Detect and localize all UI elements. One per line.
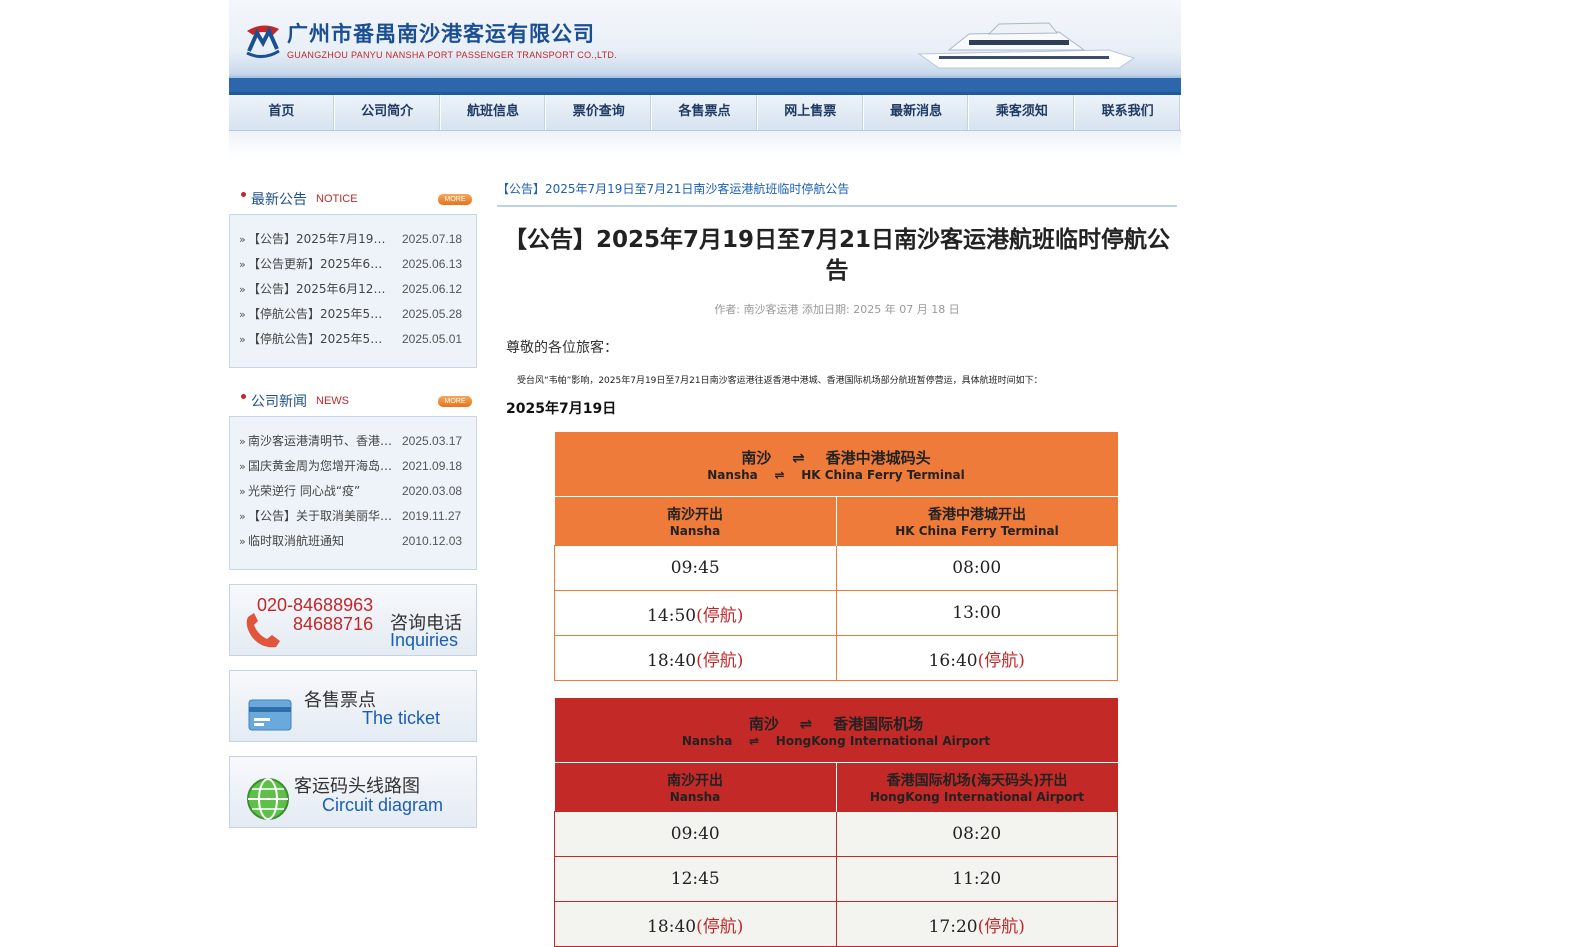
notice-section-title: 最新公告 NOTICE MORE [229,180,477,214]
inquiry-phone-2: 84688716 [293,614,374,634]
list-item[interactable]: »【公告】2025年6月12日南沙客运港航班信息2025.06.12 [230,277,476,302]
route1-col2-header: 香港中港城开出 HK China Ferry Terminal [895,507,1059,538]
news-title-cn: 公司新闻 [251,394,307,410]
circuit-label-en: Circuit diagram [322,795,444,815]
news-title-en: NEWS [316,395,349,407]
nav-contact[interactable]: 联系我们 [1075,95,1182,130]
nav-schedule[interactable]: 航班信息 [441,95,547,130]
table-row: 18:40(停航) 17:20(停航) [554,901,1118,947]
main-nav: 首页 公司简介 航班信息 票价查询 各售票点 网上售票 最新消息 乘客须知 联系… [229,92,1182,131]
route2-title-row: 南沙 ⇌ 香港国际机场 Nansha ⇌ HongKong Internatio… [554,698,1118,763]
nav-shadow [229,131,1181,157]
nav-about[interactable]: 公司简介 [335,95,441,130]
ticket-banner[interactable]: 各售票点 The ticket [229,670,477,742]
double-arrow-icon: » [239,283,246,296]
nav-fare[interactable]: 票价查询 [546,95,653,130]
news-list: » 南沙客运港清明节、香港航线 2025.03.17 » 国庆黄金周为您增开海岛航线 2… [229,416,477,570]
double-arrow-icon: » [239,535,246,548]
intro-text: 受台风“韦帕”影响，2025年7月19日至7月21日南沙客运港往返香港中港城、香… [517,376,1043,386]
company-name-cn: 广州市番禺南沙港客运有限公司 [287,22,595,46]
inquiry-phone-1: 020-84688963 [257,595,374,615]
notice-more-button[interactable]: MORE [438,194,472,205]
inquiry-label-en: Inquiries [390,630,459,650]
list-item[interactable]: »【公告】关于取消美丽华航线的通知2019.11.27 [230,504,476,529]
breadcrumb[interactable]: 【公告】2025年7月19日至7月21日南沙客运港航班临时停航公告 [497,178,1177,207]
double-arrow-icon: » [239,333,246,346]
list-item[interactable]: » 南沙客运港清明节、香港航线 2025.03.17 [230,429,476,454]
nav-passenger-notice[interactable]: 乘客须知 [969,95,1076,130]
table-row: 09:40 08:20 [554,811,1118,857]
article-meta: 作者: 南沙客运港 添加日期: 2025 年 07 月 18 日 [714,303,960,316]
sea-strip [229,78,1181,92]
circuit-banner[interactable]: 客运码头线路图 Circuit diagram [229,756,477,828]
route1-header-row: 南沙开出 Nansha 香港中港城开出 HK China Ferry Termi… [554,496,1118,546]
nav-online-ticket[interactable]: 网上售票 [758,95,864,130]
route2-header-row: 南沙开出 Nansha 香港国际机场(海天码头)开出 HongKong Inte… [554,762,1118,812]
news-more-button[interactable]: MORE [438,396,472,407]
nav-home[interactable]: 首页 [229,95,335,130]
list-item[interactable]: » 国庆黄金周为您增开海岛航线 2021.09.18 [230,454,476,479]
double-arrow-icon: » [239,435,246,448]
phone-icon [246,613,280,648]
notice-title-cn: 最新公告 [251,192,307,208]
notice-title-en: NOTICE [316,193,358,205]
table-row: 14:50(停航) 13:00 [554,590,1118,636]
double-arrow-icon: » [239,485,246,498]
double-arrow-icon: » [239,258,246,271]
route1-title-cn: 南沙 ⇌ 香港中港城码头 [741,448,931,467]
site-header: 广州市番禺南沙港客运有限公司 GUANGZHOU PANYU NANSHA PO… [229,0,1181,92]
notice-list: »【公告】2025年7月19日至7月21日南沙客运港航班临时停航公告2025.0… [229,214,477,368]
bullet-icon [241,192,246,197]
route2-col2-header: 香港国际机场(海天码头)开出 HongKong International Ai… [869,773,1085,804]
list-item[interactable]: » 临时取消航班通知 2010.12.03 [230,529,476,554]
inquiry-banner[interactable]: 020-84688963 84688716 咨询电话 Inquiries [229,584,477,656]
page-wrapper: 广州市番禺南沙港客运有限公司 GUANGZHOU PANYU NANSHA PO… [229,0,1182,947]
sidebar: 最新公告 NOTICE MORE »【公告】2025年7月19日至7月21日南沙… [229,180,477,842]
page-title: 【公告】2025年7月19日至7月21日南沙客运港航班临时停航公告 [503,227,1171,284]
double-arrow-icon: » [239,510,246,523]
schedule-date: 2025年7月19日 [506,401,617,417]
route2-table: 南沙 ⇌ 香港国际机场 Nansha ⇌ HongKong Internatio… [554,698,1118,947]
route1-title-row: 南沙 ⇌ 香港中港城码头 Nansha ⇌ HK China Ferry Ter… [554,432,1118,497]
greeting-text: 尊敬的各位旅客： [506,340,618,356]
table-row: 12:45 11:20 [554,856,1118,902]
double-arrow-icon: » [239,233,246,246]
article-content: 【公告】2025年7月19日至7月21日南沙客运港航班临时停航公告 【公告】20… [497,178,1177,947]
news-section-title: 公司新闻 NEWS MORE [229,382,477,416]
ticket-card-icon [248,699,292,731]
route1-col1-header: 南沙开出 Nansha [554,496,837,546]
route2-col1-header: 南沙开出 Nansha [554,762,837,812]
ferry-ship-icon [917,22,1136,69]
company-name-en: GUANGZHOU PANYU NANSHA PORT PASSENGER TR… [287,50,618,60]
double-arrow-icon: » [239,460,246,473]
double-arrow-icon: » [239,308,246,321]
route2-title-en: Nansha ⇌ HongKong International Airport [681,733,991,748]
list-item[interactable]: »【停航公告】2025年5月1日南沙客运港航班停航2025.05.01 [230,327,476,352]
route1-title-en: Nansha ⇌ HK China Ferry Terminal [707,467,965,482]
table-row: 18:40(停航) 16:40(停航) [554,635,1118,681]
list-item[interactable]: »【公告】2025年7月19日至7月21日南沙客运港航班临时停航公告2025.0… [230,227,476,252]
bullet-icon [241,394,246,399]
ticket-label-en: The ticket [362,708,441,728]
globe-icon [247,778,289,820]
list-item[interactable]: »【停航公告】2025年5月28日南沙客运港航班停航2025.05.28 [230,302,476,327]
company-logo-icon[interactable] [243,21,283,59]
list-item[interactable]: » 光荣逆行 同心战“疫” 2020.03.08 [230,479,476,504]
route1-table: 南沙 ⇌ 香港中港城码头 Nansha ⇌ HK China Ferry Ter… [554,432,1118,681]
nav-news[interactable]: 最新消息 [864,95,970,130]
nav-ticket-points[interactable]: 各售票点 [652,95,758,130]
list-item[interactable]: »【公告更新】2025年6月13日南沙客运港航班信息2025.06.13 [230,252,476,277]
route2-title-cn: 南沙 ⇌ 香港国际机场 [748,714,924,733]
table-row: 09:45 08:00 [554,545,1118,591]
